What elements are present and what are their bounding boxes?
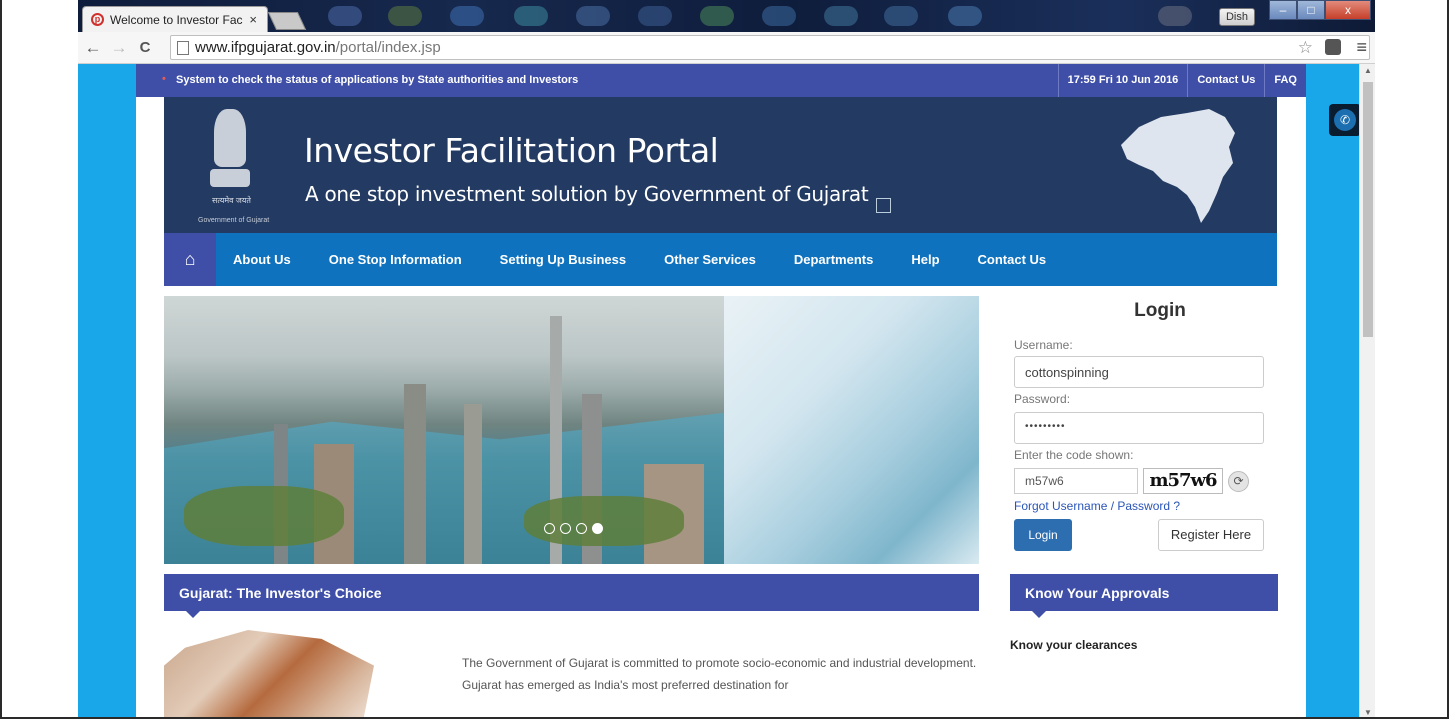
portal-title: Investor Facilitation Portal <box>304 131 719 170</box>
captcha-label: Enter the code shown: <box>1014 448 1134 462</box>
login-title: Login <box>1134 300 1186 321</box>
taskbar-blob <box>328 6 362 26</box>
maximize-button[interactable]: □ <box>1297 0 1325 20</box>
screenshot-frame: p Welcome to Investor Facil × Dish – □ x… <box>0 0 1449 719</box>
taskbar-blob <box>514 6 548 26</box>
chrome-menu-icon[interactable]: ≡ <box>1356 37 1367 58</box>
register-button[interactable]: Register Here <box>1158 519 1264 551</box>
taskbar-blob <box>700 6 734 26</box>
page-icon <box>177 40 189 55</box>
slider-dot[interactable] <box>560 523 571 534</box>
captcha-input[interactable]: m57w6 <box>1014 468 1138 494</box>
emblem-caption: Government of Gujarat <box>198 217 270 224</box>
username-label: Username: <box>1014 338 1073 352</box>
slider-dot[interactable] <box>544 523 555 534</box>
nav-other-services[interactable]: Other Services <box>645 252 775 267</box>
new-tab-button[interactable] <box>267 12 307 30</box>
password-label: Password: <box>1014 392 1071 406</box>
image-slider[interactable] <box>164 296 979 564</box>
back-arrow-icon[interactable]: ← <box>82 38 104 58</box>
site-favicon-icon: p <box>91 13 104 26</box>
taskbar-blob <box>884 6 918 26</box>
nav-setting-up-business[interactable]: Setting Up Business <box>481 252 645 267</box>
investor-choice-header: Gujarat: The Investor's Choice <box>164 574 979 618</box>
taskbar-blob <box>576 6 610 26</box>
bookmark-star-icon[interactable]: ☆ <box>1298 38 1313 58</box>
username-input[interactable]: cottonspinning <box>1014 356 1264 388</box>
browser-toolbar: ← → C www.ifpgujarat.gov.in/portal/index… <box>78 32 1375 64</box>
taskbar-blob <box>638 6 672 26</box>
faq-link[interactable]: FAQ <box>1264 64 1306 97</box>
scroll-down-arrow-icon[interactable]: ▼ <box>1360 708 1375 717</box>
forward-arrow-icon[interactable]: → <box>108 38 130 58</box>
scrollbar-thumb[interactable] <box>1363 82 1373 337</box>
tab-close-icon[interactable]: × <box>249 12 267 27</box>
nav-about-us[interactable]: About Us <box>216 252 310 267</box>
main-nav: ⌂ About Us One Stop Information Setting … <box>164 233 1277 286</box>
scroll-up-arrow-icon[interactable]: ▲ <box>1360 66 1375 75</box>
taskbar-blob <box>762 6 796 26</box>
top-info-bar: System to check the status of applicatio… <box>136 64 1306 97</box>
captcha-image: m57w6 <box>1143 468 1223 494</box>
gujarat-collage-image <box>164 630 374 717</box>
phone-widget[interactable]: ✆ <box>1329 104 1361 136</box>
top-right-links: 17:59 Fri 10 Jun 2016 Contact Us FAQ <box>1057 64 1306 97</box>
taskbar-blob <box>1158 6 1192 26</box>
gujarat-map-icon <box>1121 109 1235 223</box>
profile-button[interactable]: Dish <box>1219 8 1255 26</box>
datetime: 17:59 Fri 10 Jun 2016 <box>1057 64 1188 97</box>
window-controls: – □ x <box>1269 0 1371 20</box>
page-viewport: System to check the status of applicatio… <box>78 64 1375 717</box>
browser-titlebar: p Welcome to Investor Facil × Dish – □ x <box>78 0 1375 32</box>
slider-dots <box>544 523 603 534</box>
city-render-image <box>164 296 724 564</box>
portal-subtitle: A one stop investment solution by Govern… <box>305 182 869 206</box>
slider-dot-active[interactable] <box>592 523 603 534</box>
taskbar-blob <box>824 6 858 26</box>
home-icon[interactable]: ⌂ <box>164 233 216 286</box>
nav-one-stop-information[interactable]: One Stop Information <box>310 252 481 267</box>
slider-next-control[interactable] <box>876 198 891 213</box>
forgot-credentials-link[interactable]: Forgot Username / Password ? <box>1014 499 1180 513</box>
url-domain: www.ifpgujarat.gov.in <box>195 39 336 56</box>
minimize-button[interactable]: – <box>1269 0 1297 20</box>
news-ticker[interactable]: System to check the status of applicatio… <box>162 73 578 86</box>
clearances-heading[interactable]: Know your clearances <box>1010 638 1137 652</box>
intro-paragraph: The Government of Gujarat is committed t… <box>462 656 977 692</box>
site-container: System to check the status of applicatio… <box>136 64 1306 717</box>
approvals-header: Know Your Approvals <box>1010 574 1278 618</box>
login-panel: Login Username: cottonspinning Password:… <box>1012 296 1278 561</box>
emblem-motto: सत्यमेव जयते <box>212 196 251 205</box>
state-emblem-icon: सत्यमेव जयते Government of Gujarat <box>198 109 269 227</box>
phone-icon: ✆ <box>1334 109 1356 131</box>
password-input[interactable]: ••••••••• <box>1014 412 1264 444</box>
taskbar-blob <box>388 6 422 26</box>
tab-title: Welcome to Investor Facil <box>110 12 244 27</box>
slider-dot[interactable] <box>576 523 587 534</box>
taskbar-blob <box>948 6 982 26</box>
taskbar-blob <box>450 6 484 26</box>
nav-contact-us[interactable]: Contact Us <box>959 252 1066 267</box>
close-window-button[interactable]: x <box>1325 0 1371 20</box>
lab-coat-image <box>724 296 979 564</box>
address-bar[interactable]: www.ifpgujarat.gov.in/portal/index.jsp <box>170 35 1370 60</box>
nav-departments[interactable]: Departments <box>775 252 892 267</box>
reload-icon[interactable]: C <box>134 39 156 56</box>
nav-help[interactable]: Help <box>892 252 958 267</box>
top-contact-link[interactable]: Contact Us <box>1187 64 1264 97</box>
page-scrollbar[interactable]: ▲ ▼ <box>1359 64 1375 717</box>
browser-tab[interactable]: p Welcome to Investor Facil × <box>82 6 268 32</box>
extension-icon[interactable] <box>1325 39 1341 55</box>
login-button[interactable]: Login <box>1014 519 1072 551</box>
captcha-refresh-icon[interactable]: ⟳ <box>1228 471 1249 492</box>
url-path: /portal/index.jsp <box>335 39 441 56</box>
header-banner: सत्यमेव जयते Government of Gujarat Inves… <box>164 97 1277 233</box>
